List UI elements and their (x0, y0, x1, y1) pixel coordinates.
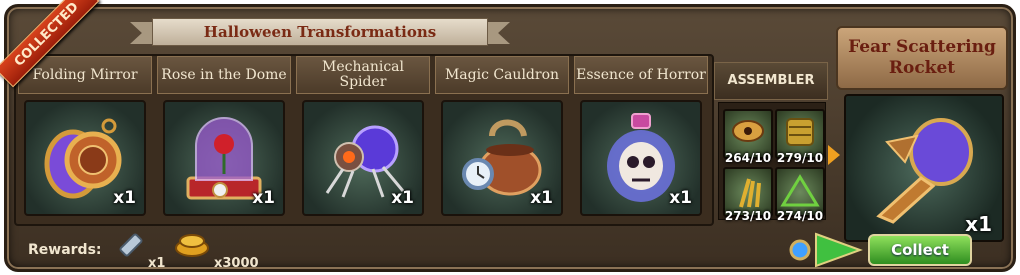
slot-quantity: x1 (530, 188, 553, 208)
assembler-item[interactable]: 279/10 (775, 109, 825, 165)
slot-quantity: x1 (669, 188, 692, 208)
reward-quantity: x3000 (214, 256, 259, 271)
collection-slot[interactable]: Magic Cauldron x1 (435, 56, 569, 220)
reward-quantity: x1 (148, 256, 166, 271)
slot-title: Mechanical Spider (296, 56, 430, 94)
slot-quantity: x1 (391, 188, 414, 208)
assembler-item[interactable]: 273/10 (723, 167, 773, 223)
rocket-icon (876, 118, 973, 224)
slot-title: Rose in the Dome (157, 56, 291, 94)
slot-title: Essence of Horror (574, 56, 708, 94)
result-tile[interactable]: x1 (844, 94, 1004, 242)
assembler-count: 279/10 (776, 151, 824, 165)
result-panel: Fear Scattering Rocket x1 (836, 26, 1008, 242)
result-title: Fear Scattering Rocket (836, 26, 1008, 90)
slot-quantity: x1 (113, 188, 136, 208)
play-arrow-icon (789, 232, 863, 268)
collect-button[interactable]: Collect (868, 234, 972, 266)
event-title: Halloween Transformations (203, 23, 437, 41)
slot-title: Magic Cauldron (435, 56, 569, 94)
slot-tile[interactable]: x1 (302, 100, 424, 216)
assembler-count: 274/10 (776, 209, 824, 223)
collection-slot[interactable]: Essence of Horror x1 (574, 56, 708, 220)
slot-tile[interactable]: x1 (163, 100, 285, 216)
slot-tile[interactable]: x1 (441, 100, 563, 216)
collection-slot[interactable]: Folding Mirror x1 (18, 56, 152, 220)
result-quantity: x1 (965, 212, 992, 236)
collection-slot[interactable]: Mechanical Spider x1 (296, 56, 430, 220)
assembler-label: ASSEMBLER (714, 62, 828, 100)
slot-tile[interactable]: x1 (580, 100, 702, 216)
assembler-count: 264/10 (724, 151, 772, 165)
assembler-count: 273/10 (724, 209, 772, 223)
event-banner: Halloween Transformations (130, 14, 510, 48)
battery-icon (119, 233, 143, 257)
coins-icon (175, 234, 209, 257)
assembler-item[interactable]: 274/10 (775, 167, 825, 223)
slot-tile[interactable]: x1 (24, 100, 146, 216)
assembler-panel: ASSEMBLER 264/10 279/10 273/10 274/10 (714, 56, 828, 223)
slot-quantity: x1 (252, 188, 275, 208)
assembler-grid: 264/10 279/10 273/10 274/10 (718, 102, 826, 223)
collection-slot[interactable]: Rose in the Dome x1 (157, 56, 291, 220)
assembler-item[interactable]: 264/10 (723, 109, 773, 165)
rewards-label: Rewards: (28, 242, 102, 258)
